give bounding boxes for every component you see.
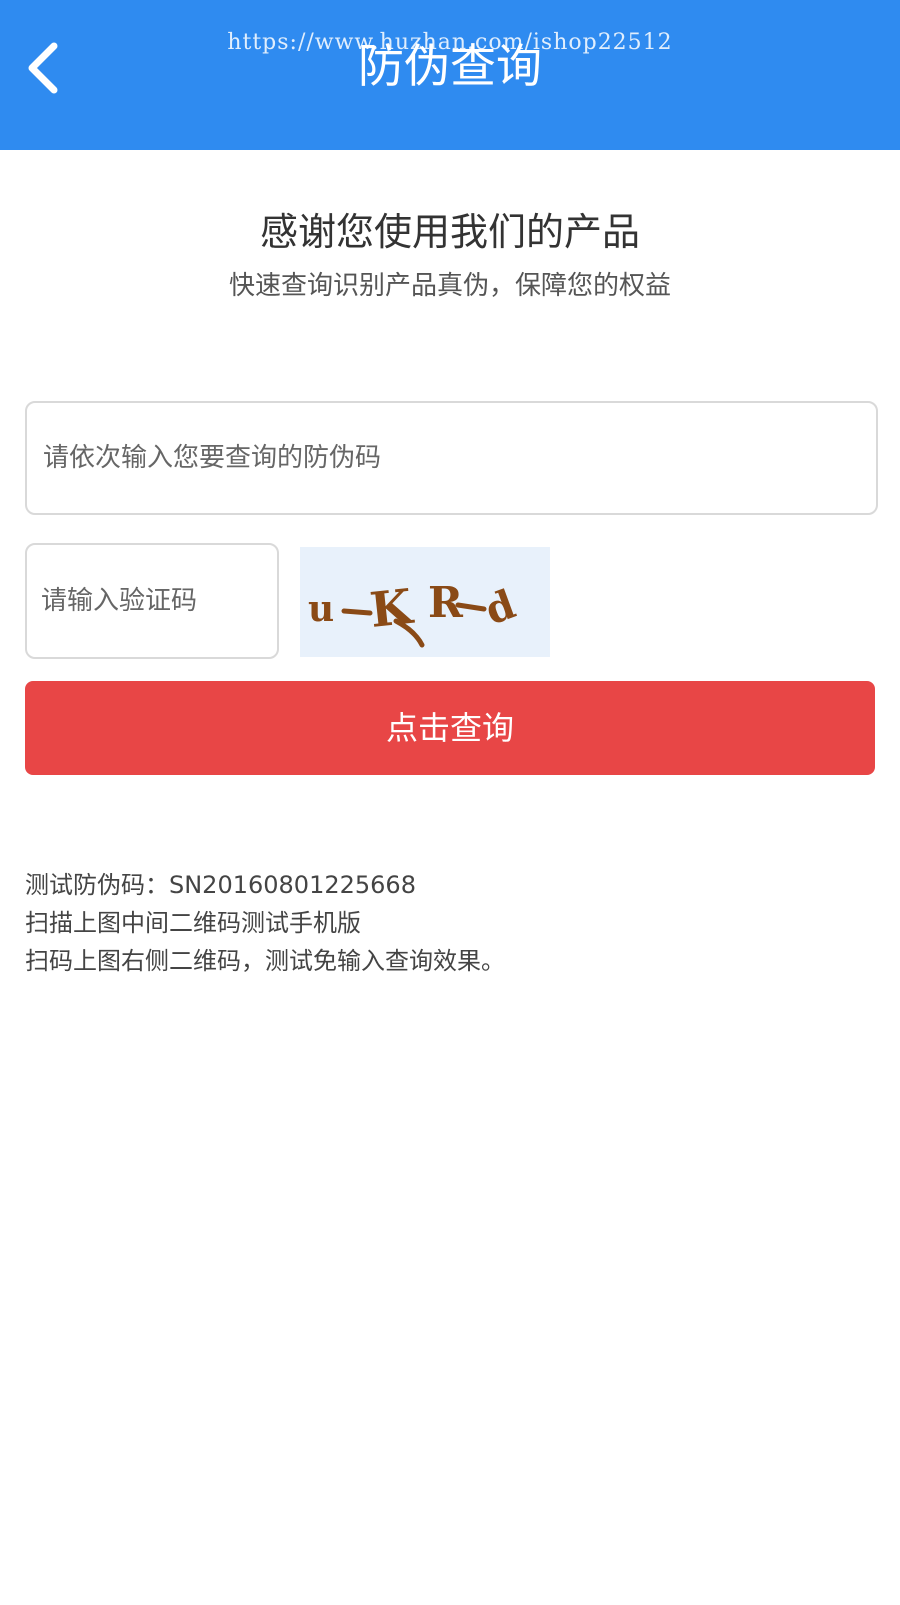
scan-middle-qr-note: 扫描上图中间二维码测试手机版: [25, 909, 361, 937]
test-instructions: 测试防伪码：SN20160801225668 扫描上图中间二维码测试手机版 扫码…: [25, 866, 845, 980]
captcha-char: R: [428, 578, 464, 627]
captcha-input[interactable]: [25, 543, 279, 659]
captcha-graphic: u K R d: [308, 578, 521, 648]
url-watermark: https://www.huzhan.com/ishop22512: [227, 30, 673, 55]
intro-subtitle: 快速查询识别产品真伪，保障您的权益: [228, 271, 671, 301]
captcha-image[interactable]: u K R d: [300, 547, 550, 657]
captcha-char: d: [479, 581, 521, 635]
app-header: 防伪查询 https://www.huzhan.com/ishop22512: [0, 0, 900, 150]
scan-right-qr-note: 扫码上图右侧二维码，测试免输入查询效果。: [25, 947, 505, 975]
query-submit-button[interactable]: 点击查询: [25, 681, 875, 775]
captcha-char: u: [308, 588, 334, 630]
test-code-note: 测试防伪码：SN20160801225668: [25, 871, 416, 899]
intro-title: 感谢您使用我们的产品: [259, 210, 640, 254]
anti-counterfeit-code-input[interactable]: [25, 401, 878, 515]
